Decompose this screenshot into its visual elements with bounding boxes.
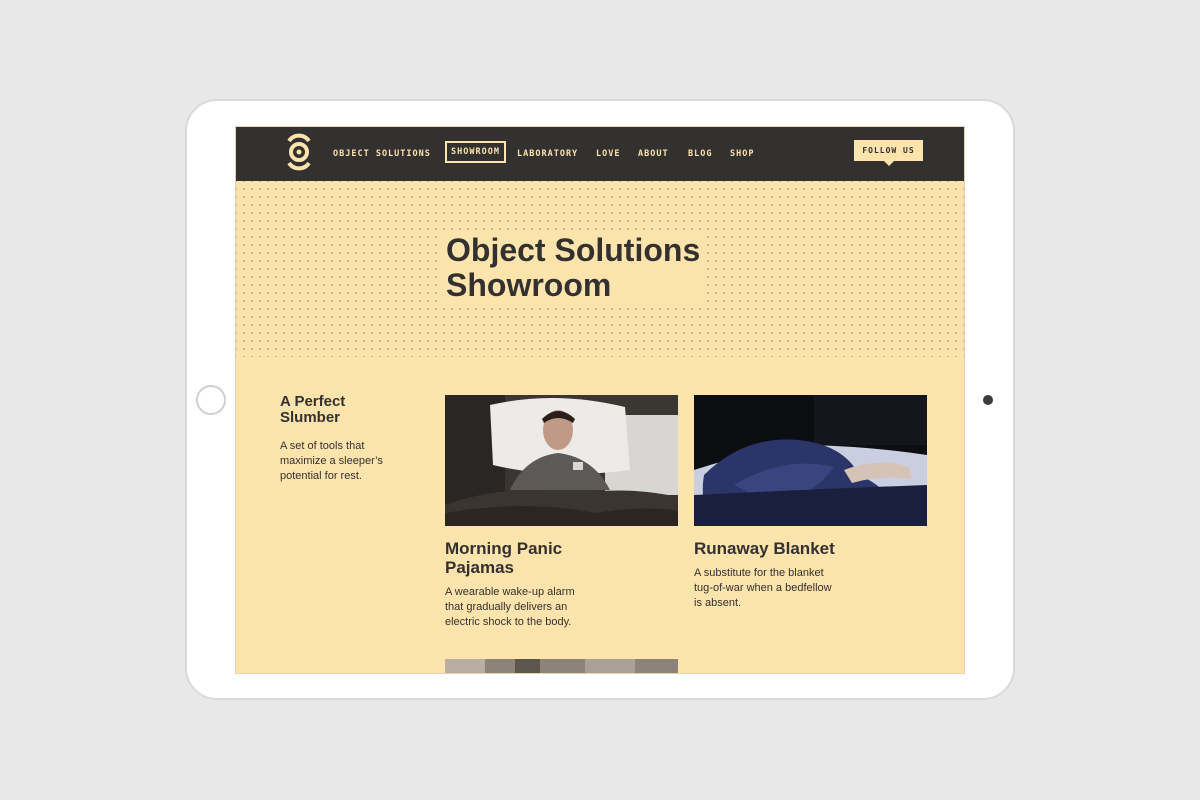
section-title: A Perfect Slumber	[280, 394, 410, 426]
section-description-line-2: maximize a sleeper’s	[280, 455, 383, 467]
product-title-line-1: Runaway Blanket	[694, 539, 835, 558]
product-description-line-3: electric shock to the body.	[445, 616, 572, 628]
camera-icon	[983, 395, 993, 405]
nav-item-blog[interactable]: BLOG	[688, 145, 712, 163]
section-description-line-1: A set of tools that	[280, 440, 365, 452]
nav-item-shop[interactable]: SHOP	[730, 145, 754, 163]
follow-us-button[interactable]: FOLLOW US	[854, 140, 923, 166]
product-title-morning-panic-pajamas[interactable]: Morning Panic Pajamas	[445, 539, 562, 577]
page-title-line-1: Object Solutions	[446, 232, 701, 268]
nav-item-showroom[interactable]: SHOWROOM	[445, 141, 506, 163]
product-description-morning-panic-pajamas: A wearable wake-up alarm that gradually …	[445, 585, 595, 630]
product-title-line-1: Morning Panic	[445, 539, 563, 558]
product-image-runaway-blanket[interactable]	[694, 395, 927, 526]
product-title-line-2: Pajamas	[445, 558, 514, 577]
section-title-line-2: Slumber	[280, 409, 341, 426]
page-title: Object Solutions Showroom	[439, 232, 708, 303]
section-description-line-3: potential for rest.	[280, 470, 362, 482]
product-description-line-2: tug-of-war when a bedfellow	[694, 582, 832, 594]
nav-item-laboratory[interactable]: LABORATORY	[517, 145, 578, 163]
navbar: OBJECT SOLUTIONS SHOWROOM LABORATORY LOV…	[236, 127, 964, 181]
page-title-line-2: Showroom	[446, 267, 612, 303]
tablet-screen: OBJECT SOLUTIONS SHOWROOM LABORATORY LOV…	[235, 126, 965, 674]
hero-dot-pattern: Object Solutions Showroom	[236, 181, 964, 357]
product-image-morning-panic-pajamas[interactable]	[445, 395, 678, 526]
section-description: A set of tools that maximize a sleeper’s…	[280, 439, 410, 484]
nav-item-love[interactable]: LOVE	[596, 145, 620, 163]
nav-item-object-solutions[interactable]: OBJECT SOLUTIONS	[333, 145, 431, 163]
nav-item-about[interactable]: ABOUT	[638, 145, 669, 163]
product-description-line-1: A substitute for the blanket	[694, 567, 824, 579]
product-description-line-3: is absent.	[694, 597, 742, 609]
logo-icon[interactable]	[285, 132, 313, 172]
section-title-line-1: A Perfect	[280, 393, 346, 410]
home-button[interactable]	[196, 385, 226, 415]
product-description-runaway-blanket: A substitute for the blanket tug-of-war …	[694, 566, 844, 611]
product-title-runaway-blanket[interactable]: Runaway Blanket	[694, 539, 835, 558]
product-description-line-2: that gradually delivers an	[445, 601, 568, 613]
product-description-line-1: A wearable wake-up alarm	[445, 586, 575, 598]
product-image-partial[interactable]	[445, 659, 678, 673]
